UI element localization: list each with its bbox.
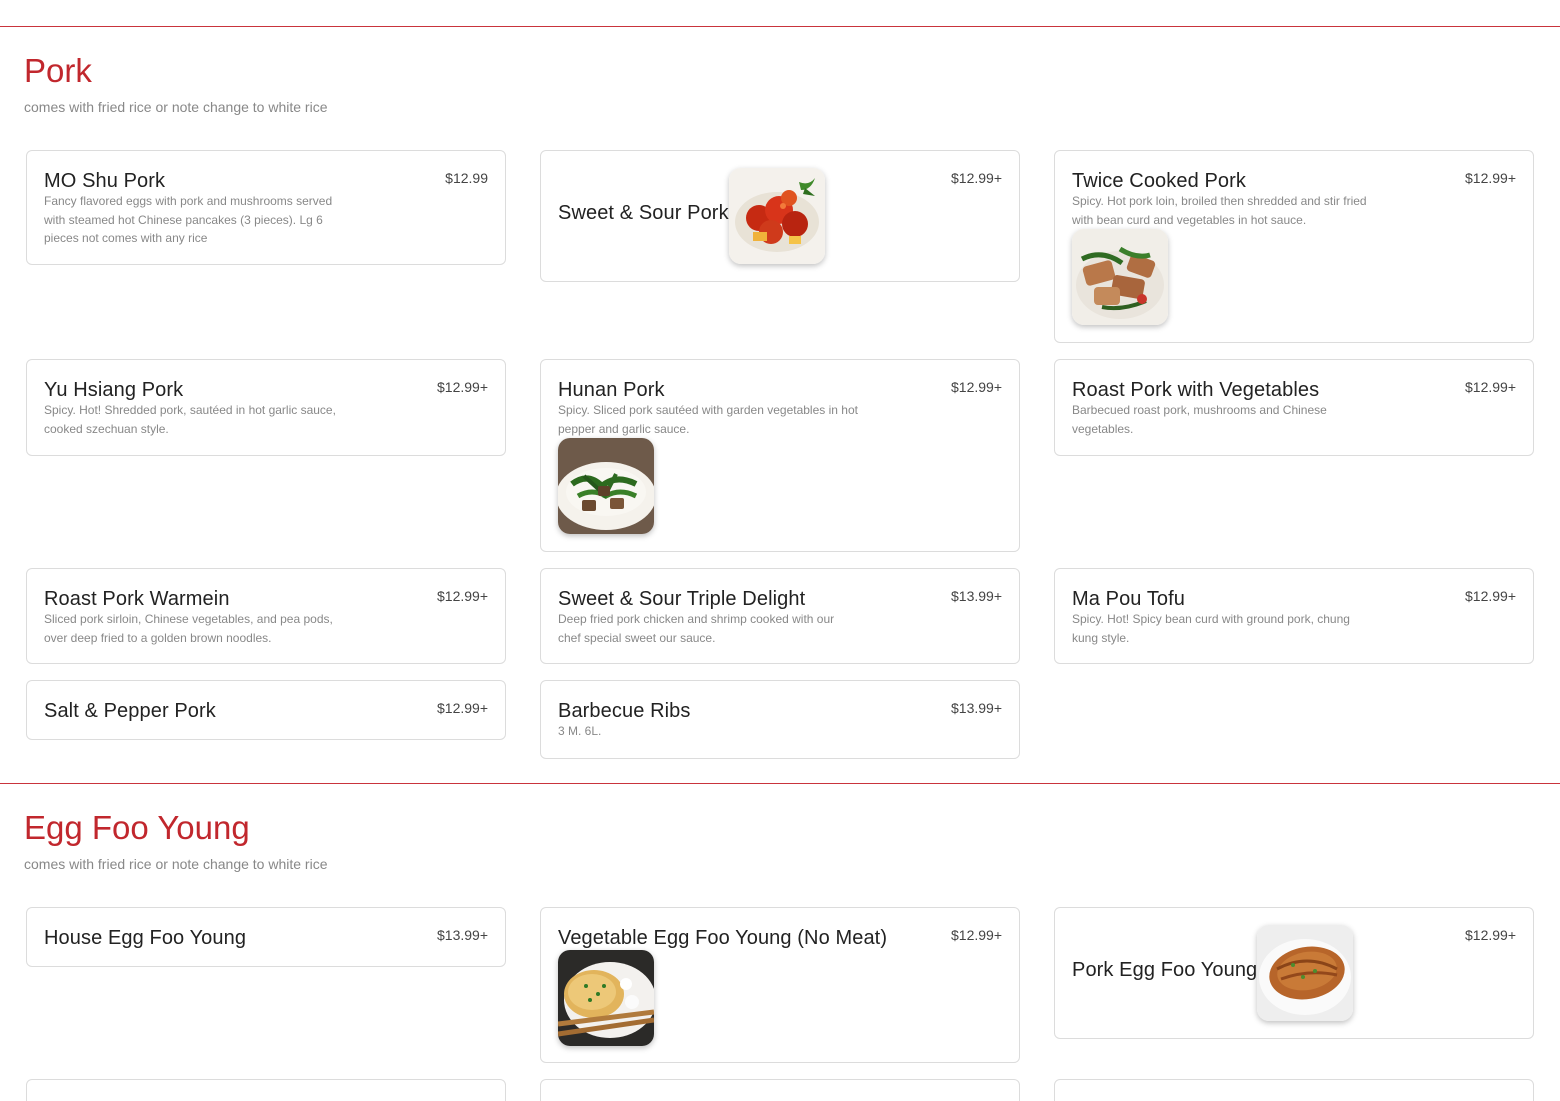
sweet-sour-pork-photo xyxy=(729,168,825,264)
menu-page: Pork comes with fried rice or note chang… xyxy=(0,0,1560,1101)
menu-item-card[interactable]: Twice Cooked Pork $12.99+ Spicy. Hot por… xyxy=(1054,150,1534,343)
menu-item-card[interactable]: Ma Pou Tofu $12.99+ Spicy. Hot! Spicy be… xyxy=(1054,568,1534,664)
item-description: Spicy. Hot! Shredded pork, sautéed in ho… xyxy=(44,403,336,436)
item-name: Barbecue Ribs xyxy=(558,700,691,722)
item-description: Barbecued roast pork, mushrooms and Chin… xyxy=(1072,403,1327,436)
section-title-pork: Pork xyxy=(24,52,92,89)
item-name: Sweet & Sour Pork xyxy=(558,202,729,224)
menu-item-card[interactable]: Yu Hsiang Pork $12.99+ Spicy. Hot! Shred… xyxy=(26,359,506,456)
section-subtitle-egg-foo-young: comes with fried rice or note change to … xyxy=(24,856,328,872)
item-name: Yu Hsiang Pork xyxy=(44,379,184,401)
item-price: $12.99+ xyxy=(951,927,1002,943)
item-price: $12.99+ xyxy=(437,588,488,604)
section-subtitle-pork: comes with fried rice or note change to … xyxy=(24,99,328,115)
section-divider xyxy=(0,26,1560,27)
item-price: $12.99+ xyxy=(1465,588,1516,604)
item-price: $12.99+ xyxy=(437,700,488,716)
menu-item-card[interactable] xyxy=(26,1079,506,1101)
item-description: Sliced pork sirloin, Chinese vegetables,… xyxy=(44,612,333,645)
vegetable-egg-foo-young-photo xyxy=(558,950,654,1046)
section-divider xyxy=(0,783,1560,784)
item-description: Deep fried pork chicken and shrimp cooke… xyxy=(558,612,835,645)
item-name: Vegetable Egg Foo Young (No Meat) xyxy=(558,927,888,949)
item-price: $12.99 xyxy=(445,170,488,186)
item-name: Ma Pou Tofu xyxy=(1072,588,1186,610)
item-name: Salt & Pepper Pork xyxy=(44,700,216,722)
item-name: Sweet & Sour Triple Delight xyxy=(558,588,806,610)
menu-item-card[interactable]: Salt & Pepper Pork $12.99+ xyxy=(26,680,506,740)
item-name: MO Shu Pork xyxy=(44,170,166,192)
item-name: Twice Cooked Pork xyxy=(1072,170,1246,192)
menu-item-card[interactable] xyxy=(1054,1079,1534,1101)
menu-item-card[interactable] xyxy=(540,1079,1020,1101)
item-price: $12.99+ xyxy=(951,170,1002,186)
pork-egg-foo-young-photo xyxy=(1257,925,1353,1021)
item-price: $13.99+ xyxy=(951,700,1002,716)
item-description: Spicy. Hot pork loin, broiled then shred… xyxy=(1072,194,1367,227)
item-description: Spicy. Sliced pork sautéed with garden v… xyxy=(558,403,858,436)
menu-item-card[interactable]: Pork Egg Foo Young $12.99+ xyxy=(1054,907,1534,1039)
twice-cooked-pork-photo xyxy=(1072,229,1168,325)
menu-item-card[interactable]: Sweet & Sour Pork $12.99+ xyxy=(540,150,1020,282)
item-name: Pork Egg Foo Young xyxy=(1072,959,1258,981)
menu-item-card[interactable]: Roast Pork with Vegetables $12.99+ Barbe… xyxy=(1054,359,1534,456)
menu-item-card[interactable]: Sweet & Sour Triple Delight $13.99+ Deep… xyxy=(540,568,1020,664)
item-description: Spicy. Hot! Spicy bean curd with ground … xyxy=(1072,612,1350,645)
item-name: Hunan Pork xyxy=(558,379,665,401)
item-price: $12.99+ xyxy=(1465,170,1516,186)
menu-item-card[interactable]: Barbecue Ribs $13.99+ 3 M. 6L. xyxy=(540,680,1020,759)
item-description: Fancy flavored eggs with pork and mushro… xyxy=(44,194,333,245)
menu-item-card[interactable]: Vegetable Egg Foo Young (No Meat) $12.99… xyxy=(540,907,1020,1063)
item-name: Roast Pork with Vegetables xyxy=(1072,379,1320,401)
item-description: 3 M. 6L. xyxy=(558,724,602,738)
menu-item-card[interactable]: MO Shu Pork $12.99 Fancy flavored eggs w… xyxy=(26,150,506,265)
item-price: $12.99+ xyxy=(437,379,488,395)
item-price: $12.99+ xyxy=(1465,379,1516,395)
item-price: $12.99+ xyxy=(951,379,1002,395)
item-price: $12.99+ xyxy=(1465,927,1516,943)
menu-item-card[interactable]: Roast Pork Warmein $12.99+ Sliced pork s… xyxy=(26,568,506,664)
menu-item-card[interactable]: House Egg Foo Young $13.99+ xyxy=(26,907,506,967)
section-title-egg-foo-young: Egg Foo Young xyxy=(24,809,250,846)
item-name: House Egg Foo Young xyxy=(44,927,247,949)
item-name: Roast Pork Warmein xyxy=(44,588,230,610)
menu-item-card[interactable]: Hunan Pork $12.99+ Spicy. Sliced pork sa… xyxy=(540,359,1020,552)
hunan-pork-photo xyxy=(558,438,654,534)
item-price: $13.99+ xyxy=(437,927,488,943)
item-price: $13.99+ xyxy=(951,588,1002,604)
